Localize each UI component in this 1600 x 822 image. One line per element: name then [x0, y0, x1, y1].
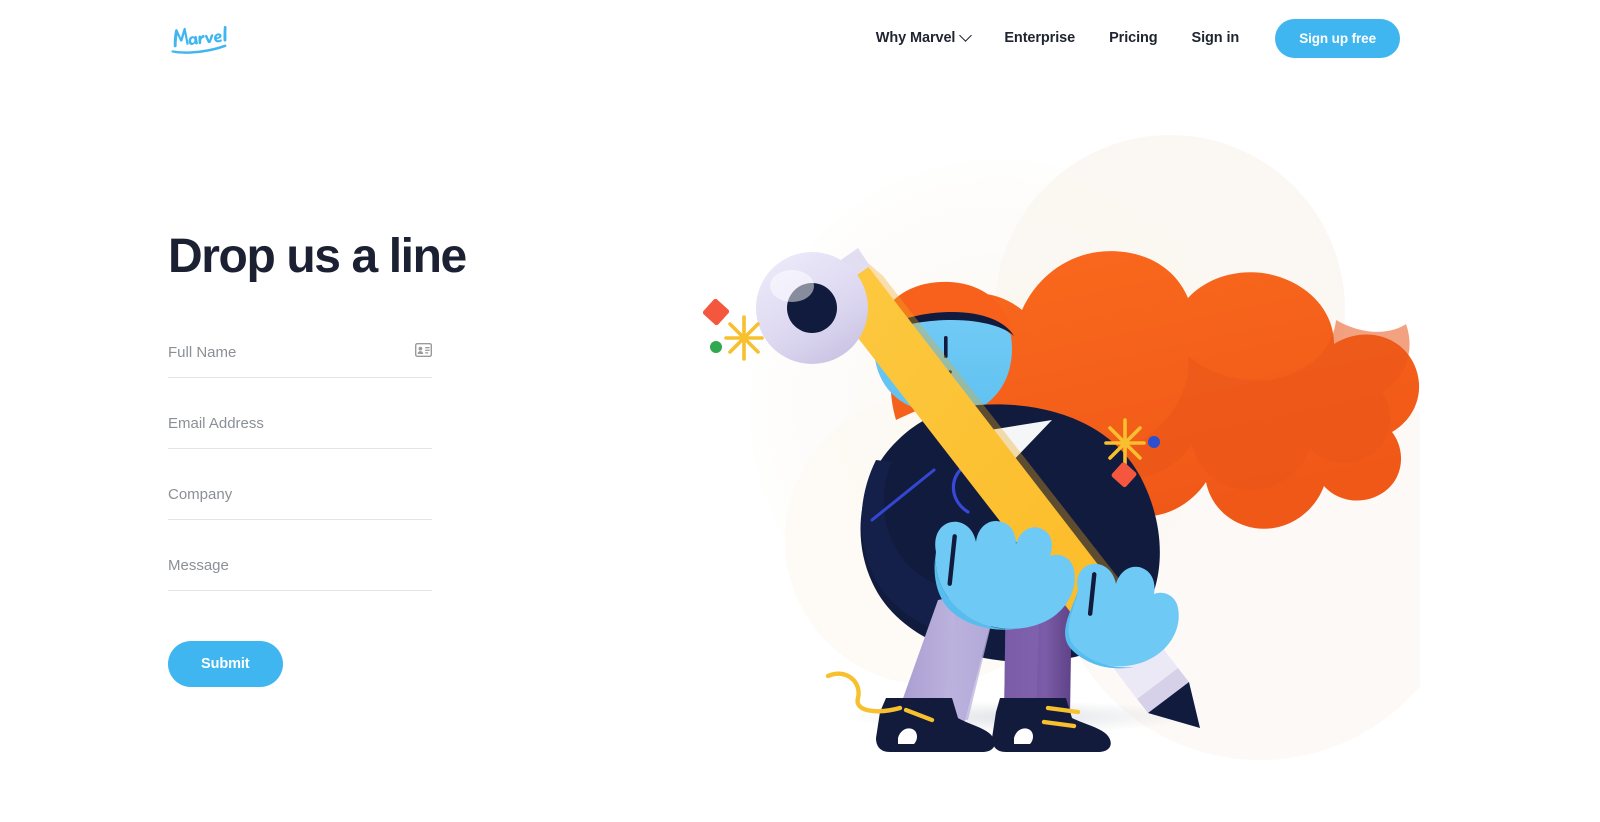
marvel-logo[interactable] — [168, 21, 238, 55]
red-diamond-left — [702, 298, 730, 326]
green-dot-left — [710, 341, 722, 353]
main-navigation: Why Marvel Enterprise Pricing Sign in Si… — [875, 18, 1400, 58]
blue-dot-right — [1148, 436, 1160, 448]
chevron-down-icon — [959, 28, 973, 42]
nav-item-sign-in-label: Sign in — [1191, 30, 1240, 46]
nav-item-pricing-label: Pricing — [1109, 30, 1158, 46]
submit-button[interactable]: Submit — [168, 641, 283, 688]
company-field — [168, 476, 432, 521]
page-title: Drop us a line — [168, 230, 467, 283]
message-field — [168, 547, 432, 592]
site-header: Why Marvel Enterprise Pricing Sign in Si… — [0, 0, 1600, 76]
full-name-input[interactable] — [168, 334, 432, 378]
nav-item-sign-in[interactable]: Sign in — [1192, 22, 1240, 54]
hero-illustration — [700, 120, 1420, 780]
nav-item-pricing[interactable]: Pricing — [1109, 22, 1158, 54]
sign-up-free-button[interactable]: Sign up free — [1275, 18, 1400, 58]
nav-item-why-marvel-label: Why Marvel — [875, 30, 956, 46]
nav-item-why-marvel[interactable]: Why Marvel — [875, 22, 973, 54]
email-address-field — [168, 405, 432, 450]
email-address-input[interactable] — [168, 405, 432, 449]
full-name-field — [168, 334, 432, 379]
message-input[interactable] — [168, 547, 432, 591]
yellow-sparkle-left — [724, 315, 764, 361]
company-input[interactable] — [168, 476, 432, 520]
nav-item-enterprise-label: Enterprise — [1004, 30, 1076, 46]
nav-item-enterprise[interactable]: Enterprise — [1004, 22, 1075, 54]
contact-page: Why Marvel Enterprise Pricing Sign in Si… — [0, 0, 1600, 822]
contact-form: Submit — [168, 334, 432, 688]
marvel-script-logo-icon — [171, 25, 227, 54]
contact-form-section: Drop us a line Full Name Email Address C… — [168, 230, 467, 688]
